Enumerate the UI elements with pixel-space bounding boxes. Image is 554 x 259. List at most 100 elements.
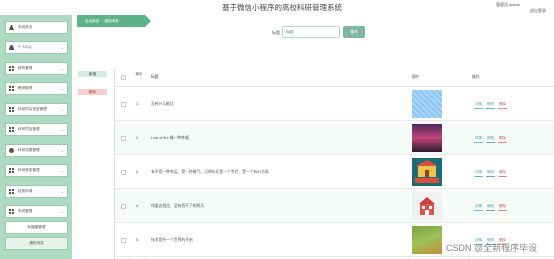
row-checkbox[interactable] — [121, 102, 126, 107]
grid-icon — [9, 127, 14, 132]
delete-row-button[interactable]: 删除 — [498, 135, 507, 143]
grid-icon — [9, 168, 14, 173]
edit-button[interactable]: 修改 — [486, 135, 495, 143]
row-index: 3 — [136, 170, 139, 174]
top-bar: 基于微信小程序的高校科研管理系统 管理员 admin 退出登录 — [0, 0, 554, 15]
header-image[interactable]: 图片 — [412, 75, 420, 80]
site-title: 基于微信小程序的高校科研管理系统 — [222, 3, 342, 12]
school-icon — [415, 160, 439, 183]
sidebar-item-funding[interactable]: 经费申请 ⌄ — [5, 185, 68, 198]
delete-row-button[interactable]: 删除 — [498, 101, 507, 109]
sidebar-item-home[interactable]: 系统首页 — [5, 21, 68, 34]
row-checkbox[interactable] — [121, 204, 126, 209]
edit-button[interactable]: 修改 — [486, 169, 495, 177]
logout-link[interactable]: 退出登录 — [530, 8, 546, 14]
header-title[interactable]: 标题 — [151, 75, 159, 80]
bulb-icon — [9, 148, 14, 153]
row-operations: 详情 修改 删除 — [474, 169, 507, 177]
sidebar-item-projects[interactable]: 科研项目管理 ⌄ — [5, 123, 68, 136]
row-index: 5 — [136, 238, 139, 242]
person-icon — [9, 45, 14, 50]
grid-icon — [9, 107, 14, 112]
search-button[interactable]: 查询 — [343, 26, 365, 38]
view-button[interactable]: 详情 — [474, 203, 483, 211]
house-icon — [9, 25, 14, 30]
delete-row-button[interactable]: 删除 — [498, 169, 507, 177]
row-operations: 详情 修改 删除 — [474, 101, 507, 109]
row-index: 4 — [136, 204, 139, 208]
select-all-checkbox[interactable] — [121, 75, 126, 80]
breadcrumb-bar: 后台首页 通知消息 — [77, 15, 151, 27]
sidebar-item-results[interactable]: 科研成果管理 ⌄ — [5, 144, 68, 157]
table-row: 4 你要去相信、没有到不了的明天 详情 修改 删除 — [115, 189, 554, 223]
header-operations: 操作 — [472, 75, 480, 79]
delete-row-button[interactable]: 删除 — [498, 203, 507, 211]
chevron-down-icon: ⌄ — [60, 209, 64, 214]
search-label: 标题 — [272, 30, 280, 35]
view-button[interactable]: 详情 — [474, 135, 483, 143]
notice-table: 索引 标题 图片 操作 1 没有什么能比 详情 修改 删除 2 Lost of … — [114, 68, 554, 259]
grid-icon — [9, 86, 14, 91]
add-button[interactable]: 新增 — [78, 71, 107, 77]
chevron-down-icon: ⌄ — [60, 189, 64, 194]
row-checkbox[interactable] — [121, 136, 126, 141]
chevron-down-icon: ⌄ — [60, 148, 64, 153]
sidebar-item-system[interactable]: 系统管理 ⌄ — [5, 205, 68, 218]
row-thumbnail[interactable] — [412, 226, 442, 254]
sidebar-item-departments[interactable]: 院系管理 ⌄ — [5, 62, 68, 75]
sidebar-item-label: 系统管理 — [18, 209, 33, 213]
sidebar-sub-notices[interactable]: 通知消息 — [5, 237, 68, 250]
table-row: 2 Lost of fire 最一种幸福 详情 修改 删除 — [115, 121, 554, 155]
chevron-down-icon: ⌄ — [60, 168, 64, 173]
sidebar-item-label: 科研获奖管理 — [18, 168, 40, 172]
sidebar-sub-label: 通知消息 — [29, 241, 44, 245]
row-index: 2 — [136, 136, 139, 140]
chevron-down-icon: ⌄ — [60, 127, 64, 132]
sidebar: 系统首页 个人中心 ⌄ 院系管理 ⌄ 教师管理 ⌄ 科研项目类型管理 ⌄ 科研项… — [0, 15, 72, 259]
search-input[interactable] — [282, 26, 340, 38]
chevron-down-icon: ⌄ — [60, 86, 64, 91]
breadcrumb-current: 通知消息 — [104, 18, 119, 23]
row-title: 有不是一种幸运、是一种勇气。日明年还是一个专栏、是一个有价不再 — [151, 170, 269, 174]
chevron-down-icon: ⌄ — [60, 66, 64, 71]
row-title: Lost of fire 最一种幸福 — [151, 136, 189, 140]
sidebar-item-project-types[interactable]: 科研项目类型管理 ⌄ — [5, 103, 68, 116]
chevron-down-icon: ⌄ — [60, 45, 64, 50]
row-thumbnail[interactable] — [412, 90, 442, 118]
breadcrumb-home[interactable]: 后台首页 — [85, 19, 99, 24]
row-thumbnail[interactable] — [412, 124, 442, 152]
row-operations: 详情 修改 删除 — [474, 135, 507, 143]
row-title: 你要去相信、没有到不了的明天 — [151, 204, 205, 208]
row-thumbnail[interactable] — [412, 158, 442, 186]
watermark: CSDN @全新程序毕设 — [446, 243, 538, 253]
grid-icon — [9, 189, 14, 194]
admin-info: 管理员 admin — [496, 2, 521, 7]
row-checkbox[interactable] — [121, 170, 126, 175]
row-checkbox[interactable] — [121, 238, 126, 243]
sidebar-item-label: 系统首页 — [18, 25, 33, 29]
sidebar-item-label: 科研项目类型管理 — [18, 107, 47, 111]
row-operations: 详情 修改 删除 — [474, 203, 507, 211]
sidebar-item-label: 经费申请 — [18, 189, 33, 193]
row-index: 1 — [136, 102, 139, 106]
sidebar-item-teachers[interactable]: 教师管理 ⌄ — [5, 82, 68, 95]
sidebar-sub-carousel[interactable]: 轮播图管理 — [5, 221, 68, 234]
grid-icon — [9, 209, 14, 214]
row-title: 没有什么能比 — [151, 102, 174, 106]
sidebar-item-label: 院系管理 — [18, 66, 33, 70]
table-row: 1 没有什么能比 详情 修改 删除 — [115, 87, 554, 121]
sidebar-sub-label: 轮播图管理 — [27, 225, 46, 229]
table-header: 索引 标题 图片 操作 — [115, 68, 554, 87]
sidebar-item-awards[interactable]: 科研获奖管理 ⌄ — [5, 164, 68, 177]
sidebar-item-personal-center[interactable]: 个人中心 ⌄ — [5, 41, 68, 54]
building-icon — [419, 197, 435, 215]
edit-button[interactable]: 修改 — [486, 101, 495, 109]
edit-button[interactable]: 修改 — [486, 203, 495, 211]
sidebar-item-label: 个人中心 — [18, 45, 33, 49]
row-thumbnail[interactable] — [412, 192, 442, 220]
delete-button[interactable]: 删除 — [78, 89, 107, 95]
row-title: 技术是另一个世界的开始 — [151, 238, 193, 242]
action-column: 新增 删除 — [72, 70, 114, 259]
view-button[interactable]: 详情 — [474, 169, 483, 177]
view-button[interactable]: 详情 — [474, 101, 483, 109]
